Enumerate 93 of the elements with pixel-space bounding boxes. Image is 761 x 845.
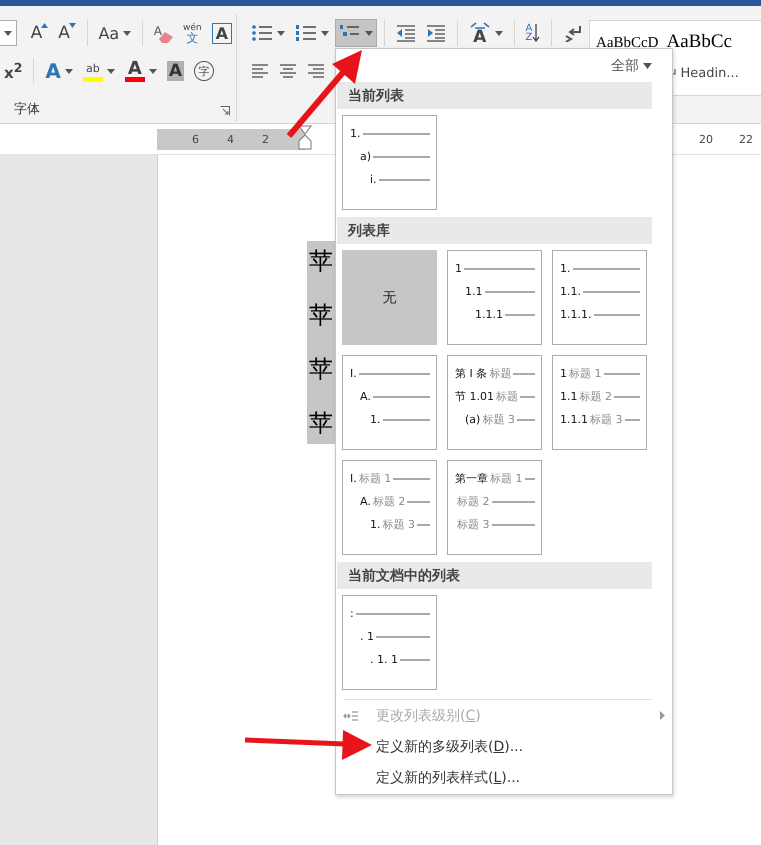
list-style-tile[interactable]: 第一章 标题 1 标题 2 标题 3 <box>447 460 542 555</box>
sort-button[interactable]: A Z <box>521 19 544 47</box>
shrink-font-button[interactable]: A <box>54 19 80 47</box>
list-number: 1. <box>370 413 380 426</box>
list-number: A. <box>360 495 371 508</box>
document-character: 苹 <box>309 247 334 276</box>
list-style-tile[interactable]: : . 1 . 1. 1 <box>342 595 437 690</box>
menu-item[interactable]: 定义新的列表样式(L)... <box>337 762 652 793</box>
heading-label: 标题 3 <box>382 517 415 532</box>
text-effect-button[interactable]: A <box>41 57 77 85</box>
heading-label: 标题 1 <box>569 366 602 381</box>
superscript-button[interactable]: x$^{2}$ <box>0 57 26 85</box>
list-number: . 1. 1 <box>370 653 398 666</box>
section-header: 当前列表 <box>337 82 652 109</box>
heading-label: 标题 3 <box>457 517 490 532</box>
ruler-number: 20 <box>699 132 713 146</box>
list-number: 1.1.1. <box>560 308 592 321</box>
increase-indent-icon <box>426 24 446 42</box>
caret-icon <box>643 62 652 68</box>
group-label: 字体 <box>14 101 40 118</box>
list-style-tile[interactable]: I. 标题 1 A. 标题 2 1. 标题 3 <box>342 460 437 555</box>
list-style-tile[interactable]: 1 1.1 1.1.1 <box>447 250 542 345</box>
grow-font-button[interactable]: A <box>26 19 52 47</box>
list-style-tile[interactable]: 1 标题 1 1.1 标题 2 1.1.1 标题 3 <box>552 355 647 450</box>
heading-label: 标题 2 <box>457 494 490 509</box>
list-number: 1.1 <box>465 285 482 298</box>
ruler-number: 22 <box>739 132 753 146</box>
list-number: 1.1.1 <box>475 308 503 321</box>
double-arrow-icon <box>468 22 491 30</box>
list-number: 1 <box>560 367 567 380</box>
down-arrow-icon <box>532 23 540 43</box>
section-header: 列表库 <box>337 217 652 244</box>
list-number: 第 I 条 <box>455 366 488 381</box>
list-number: a) <box>360 150 372 163</box>
align-center-icon <box>279 64 297 78</box>
font-size-field[interactable] <box>0 20 17 46</box>
list-number: I. <box>350 367 357 380</box>
list-number: : <box>350 607 354 620</box>
ruler-number: 2 <box>262 132 269 146</box>
list-style-tile[interactable]: I. A. 1. <box>342 355 437 450</box>
decrease-indent-icon <box>396 24 416 42</box>
list-number: 1 <box>455 262 462 275</box>
heading-label: 标题 <box>496 389 518 404</box>
clear-format-button[interactable]: A <box>150 19 177 47</box>
down-triangle-icon <box>68 23 76 28</box>
return-arrow-icon <box>563 24 584 42</box>
up-triangle-icon <box>41 23 48 28</box>
ruler-number: 6 <box>192 132 199 146</box>
list-number: i. <box>370 173 377 186</box>
ruler-number: 4 <box>227 132 234 146</box>
heading-label: 标题 3 <box>590 412 622 427</box>
align-right-icon <box>307 64 325 78</box>
list-number: 第一章 <box>455 471 488 486</box>
bullet-list-icon <box>251 23 273 43</box>
heading-label: 标题 2 <box>372 494 406 509</box>
document-character: 苹 <box>309 355 334 384</box>
filter-dropdown[interactable]: 全部 <box>611 56 652 74</box>
multilevel-list-button[interactable] <box>335 19 377 47</box>
highlight-button[interactable]: ab <box>78 57 119 85</box>
numbered-list-icon <box>295 23 317 43</box>
document-character: 苹 <box>309 301 334 330</box>
list-number: (a) <box>465 413 480 426</box>
heading-label: 标题 <box>489 366 512 381</box>
list-number: 1. <box>370 518 380 531</box>
list-number: 1.1.1 <box>560 413 588 426</box>
list-number: 节 1.01 <box>455 389 494 404</box>
heading-label: 标题 1 <box>490 471 522 486</box>
list-number: 1. <box>560 262 570 275</box>
list-style-tile[interactable]: 无 <box>342 250 437 345</box>
align-left-icon <box>251 64 269 78</box>
asian-layout-button[interactable]: A <box>464 19 507 47</box>
list-style-tile[interactable]: 第 I 条 标题 节 1.01 标题 (a) 标题 3 <box>447 355 542 450</box>
phonetic-guide-button[interactable]: wén 文 <box>179 19 206 47</box>
list-number: 1. <box>350 127 360 140</box>
list-number: I. <box>350 472 357 485</box>
document-character: 苹 <box>309 409 334 438</box>
dialog-launcher-icon[interactable] <box>220 106 230 116</box>
heading-label: 标题 1 <box>358 471 392 486</box>
heading-label: 标题 3 <box>482 412 515 427</box>
list-number: A. <box>360 390 371 403</box>
section-header: 当前文档中的列表 <box>337 562 652 589</box>
list-number: 1.1. <box>560 285 581 298</box>
font-color-button[interactable]: A <box>120 57 161 85</box>
style-sample[interactable]: AaBbCc <box>666 32 739 53</box>
character-shading-button[interactable]: A <box>162 57 188 85</box>
list-style-tile[interactable]: 1. a) i. <box>342 115 437 210</box>
style-sample[interactable]: AaBbCcD <box>596 35 658 52</box>
change-case-button[interactable]: Aa <box>94 19 136 47</box>
list-number: 1.1 <box>560 390 578 403</box>
list-style-tile[interactable]: 1. 1.1. 1.1.1. <box>552 250 647 345</box>
menu-item[interactable]: 定义新的多级列表(D)... <box>337 731 652 762</box>
list-number: . 1 <box>360 630 374 643</box>
heading-label: 标题 2 <box>580 389 612 404</box>
